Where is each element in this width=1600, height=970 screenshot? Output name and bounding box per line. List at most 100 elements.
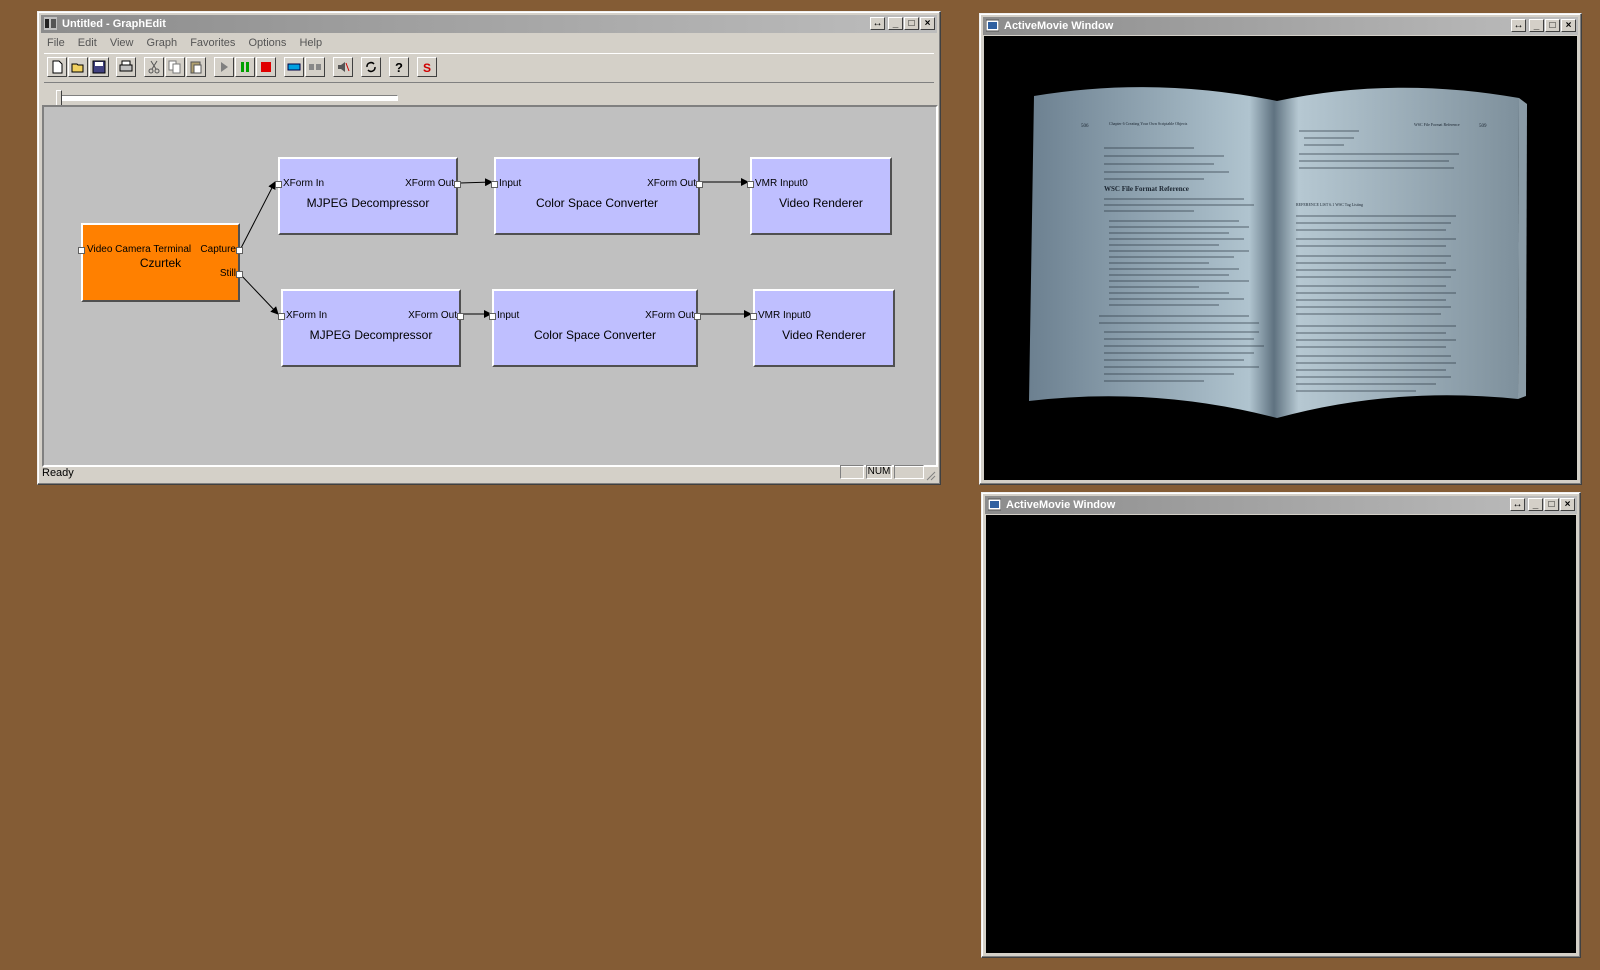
filter-video-renderer-1[interactable]: VMR Input0 Video Renderer	[747, 157, 892, 235]
refresh-icon	[366, 61, 376, 73]
mute-button[interactable]	[333, 57, 353, 77]
speaker-icon	[338, 62, 350, 72]
pin-box-in[interactable]	[278, 313, 285, 320]
filter-color-space-converter-2[interactable]: Input XForm Out Color Space Converter	[489, 289, 701, 367]
menu-edit[interactable]: Edit	[73, 34, 102, 52]
frame-step-icon	[309, 64, 321, 70]
help-button[interactable]: ?	[389, 57, 409, 77]
filter-name: Color Space Converter	[535, 196, 659, 210]
pin-box-still[interactable]	[236, 271, 243, 278]
minimize-button[interactable]: _	[1529, 19, 1544, 32]
filter-name: Video Renderer	[779, 196, 863, 210]
status-text: Ready	[42, 467, 74, 479]
menu-view[interactable]: View	[105, 34, 139, 52]
pin-video-camera-terminal: Video Camera Terminal	[87, 244, 192, 255]
maximize-button[interactable]: □	[1545, 19, 1560, 32]
close-button[interactable]: ×	[920, 17, 935, 30]
filter-mjpeg-decompressor-1[interactable]: XForm In XForm Out MJPEG Decompressor	[275, 157, 461, 235]
pin-box-out[interactable]	[694, 313, 701, 320]
resize-grip-icon[interactable]	[924, 469, 936, 481]
book-section-heading: WSC File Format Reference	[1104, 185, 1189, 193]
stop-button[interactable]	[256, 57, 276, 77]
pin-xform-out[interactable]: XForm Out	[645, 310, 694, 321]
open-folder-icon	[71, 63, 84, 73]
menu-help[interactable]: Help	[294, 34, 327, 52]
toolbar: ? S	[44, 53, 934, 83]
menu-graph[interactable]: Graph	[142, 34, 183, 52]
play-button[interactable]	[214, 57, 234, 77]
scissors-icon	[148, 60, 160, 74]
pin-box-out[interactable]	[696, 181, 703, 188]
resize-icon[interactable]: ↔	[1511, 19, 1526, 32]
save-button[interactable]	[89, 57, 109, 77]
resize-icon[interactable]: ↔	[1510, 498, 1525, 511]
video-area-empty	[986, 515, 1576, 953]
pin-box-in[interactable]	[78, 247, 85, 254]
graph-canvas[interactable]: Video Camera Terminal Capture Still Czur…	[42, 105, 938, 467]
seek-button[interactable]	[284, 57, 304, 77]
copy-button[interactable]	[165, 57, 185, 77]
new-file-icon	[52, 60, 63, 74]
pause-button[interactable]	[235, 57, 255, 77]
window-app-icon	[988, 498, 1001, 511]
activemovie-titlebar[interactable]: ActiveMovie Window ↔ _ □ ×	[985, 496, 1577, 514]
pin-vmr-input0[interactable]: VMR Input0	[755, 178, 808, 189]
maximize-button[interactable]: □	[904, 17, 919, 30]
pin-box-in[interactable]	[750, 313, 757, 320]
menu-favorites[interactable]: Favorites	[185, 34, 240, 52]
filter-name: MJPEG Decompressor	[309, 328, 433, 342]
connection-capture-mjpeg1	[239, 181, 276, 251]
pin-box-in[interactable]	[491, 181, 498, 188]
maximize-button[interactable]: □	[1544, 498, 1559, 511]
new-button[interactable]	[47, 57, 67, 77]
book-left-page-number: 506	[1081, 124, 1089, 129]
book-left-header: Chapter 6 Creating Your Own Scriptable O…	[1109, 121, 1188, 126]
filter-video-renderer-2[interactable]: VMR Input0 Video Renderer	[750, 289, 895, 367]
book-right-header: WSC File Format Reference	[1414, 122, 1460, 127]
refresh-button[interactable]	[361, 57, 381, 77]
pin-box-in[interactable]	[747, 181, 754, 188]
svg-text:?: ?	[395, 60, 403, 74]
seek-slider-track[interactable]	[56, 95, 398, 101]
book-pages	[1029, 87, 1519, 418]
paste-button[interactable]	[186, 57, 206, 77]
filter-camera-czurtek[interactable]: Video Camera Terminal Capture Still Czur…	[78, 223, 243, 302]
stop-graph-button[interactable]: S	[417, 57, 437, 77]
graphedit-titlebar[interactable]: Untitled - GraphEdit ↔ _ □ ×	[41, 15, 937, 33]
pin-input[interactable]: Input	[497, 310, 519, 321]
activemovie-titlebar[interactable]: ActiveMovie Window ↔ _ □ ×	[983, 17, 1578, 35]
minimize-button[interactable]: _	[1528, 498, 1543, 511]
pin-box-out[interactable]	[457, 313, 464, 320]
filter-color-space-converter-1[interactable]: Input XForm Out Color Space Converter	[491, 157, 703, 235]
resize-icon[interactable]: ↔	[870, 17, 885, 30]
pin-capture[interactable]: Capture	[200, 244, 236, 255]
minimize-button[interactable]: _	[888, 17, 903, 30]
pin-input[interactable]: Input	[499, 178, 521, 189]
menu-file[interactable]: File	[42, 34, 70, 52]
copy-icon	[168, 60, 181, 74]
frame-step-button[interactable]	[305, 57, 325, 77]
menu-options[interactable]: Options	[244, 34, 292, 52]
pin-xform-out[interactable]: XForm Out	[405, 178, 454, 189]
pin-box-out[interactable]	[454, 181, 461, 188]
close-button[interactable]: ×	[1560, 498, 1575, 511]
menubar: File Edit View Graph Favorites Options H…	[42, 34, 936, 52]
close-button[interactable]: ×	[1561, 19, 1576, 32]
pin-box-capture[interactable]	[236, 247, 243, 254]
window-title: ActiveMovie Window	[1004, 20, 1114, 32]
pin-box-in[interactable]	[489, 313, 496, 320]
open-button[interactable]	[68, 57, 88, 77]
filter-name: Video Renderer	[782, 328, 866, 342]
cut-button[interactable]	[144, 57, 164, 77]
pin-xform-out[interactable]: XForm Out	[647, 178, 696, 189]
pin-xform-out[interactable]: XForm Out	[408, 310, 457, 321]
pin-box-in[interactable]	[275, 181, 282, 188]
filter-name: Czurtek	[139, 256, 182, 270]
pin-xform-in[interactable]: XForm In	[283, 178, 324, 189]
pin-vmr-input0[interactable]: VMR Input0	[758, 310, 811, 321]
pin-xform-in[interactable]: XForm In	[286, 310, 327, 321]
seek-slider-thumb[interactable]	[56, 90, 62, 106]
filter-mjpeg-decompressor-2[interactable]: XForm In XForm Out MJPEG Decompressor	[278, 289, 464, 367]
print-button[interactable]	[116, 57, 136, 77]
s-stop-icon: S	[423, 61, 431, 74]
